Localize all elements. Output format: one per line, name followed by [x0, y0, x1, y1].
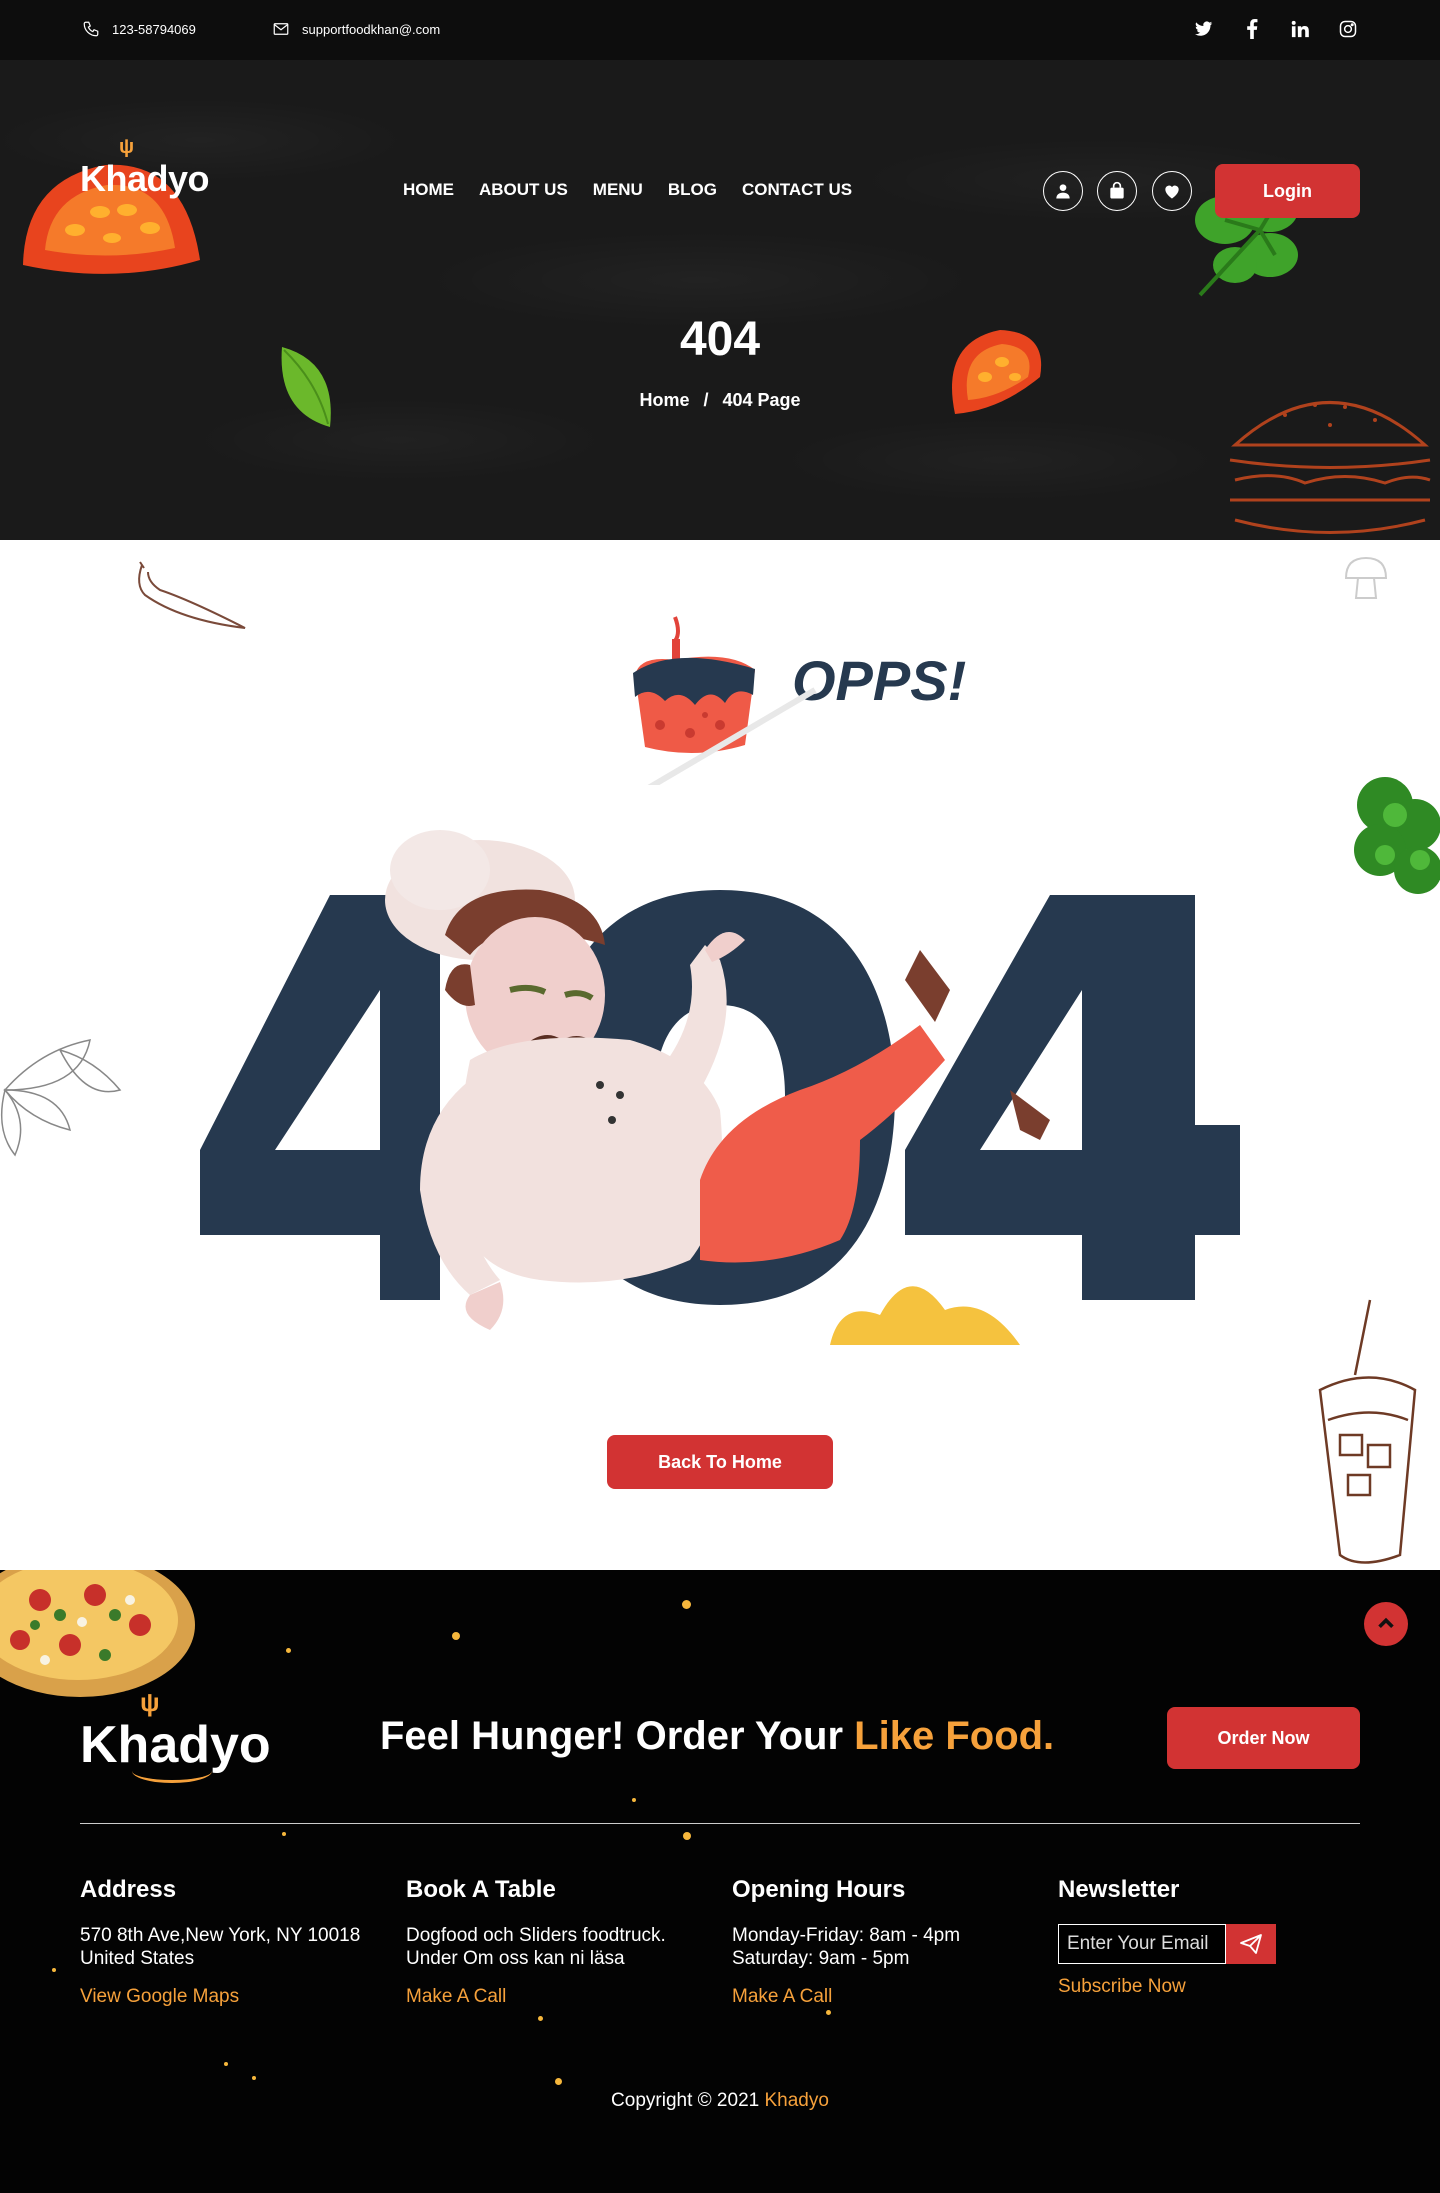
- copyright-brand[interactable]: Khadyo: [764, 2090, 828, 2111]
- scroll-to-top-button[interactable]: [1364, 1602, 1408, 1646]
- address-title: Address: [80, 1876, 177, 1903]
- nav-blog[interactable]: BLOG: [668, 180, 717, 200]
- breadcrumb-separator: /: [703, 390, 709, 410]
- back-to-home-button[interactable]: Back To Home: [607, 1435, 833, 1489]
- nav-menu[interactable]: MENU: [593, 180, 643, 200]
- view-google-maps-link[interactable]: View Google Maps: [80, 1986, 360, 2008]
- nav-contact-us[interactable]: CONTACT US: [742, 180, 852, 200]
- hours-line-2: Saturday: 9am - 5pm: [732, 1948, 910, 1969]
- email-contact[interactable]: supportfoodkhan@.com: [272, 20, 440, 38]
- pizza-icon: [0, 1570, 195, 1697]
- hero-banner: ψ Khadyo HOME ABOUT US MENU BLOG CONTACT…: [0, 60, 1440, 540]
- address-line-2: United States: [80, 1948, 195, 1969]
- newsletter-form: [1058, 1924, 1276, 1964]
- sparkle-dot: [452, 1632, 460, 1640]
- phone-number: 123-58794069: [112, 21, 196, 37]
- email-address: supportfoodkhan@.com: [302, 21, 441, 37]
- sparkle-dot: [555, 2078, 562, 2085]
- sparkle-dot: [682, 1600, 691, 1609]
- book-line-2: Under Om oss kan ni läsa: [406, 1948, 625, 1969]
- book-line-1: Dogfood och Sliders foodtruck.: [406, 1925, 666, 1946]
- mushroom-sketch-icon: [1344, 556, 1388, 599]
- logo-text: Khadyo: [80, 158, 210, 199]
- fork-icon: ψ: [119, 136, 134, 158]
- book-table-column: Book A Table Dogfood och Sliders foodtru…: [406, 1876, 666, 2008]
- facebook-icon[interactable]: [1242, 18, 1262, 40]
- social-links: [1194, 18, 1358, 40]
- login-button[interactable]: Login: [1215, 164, 1360, 218]
- logo-smile-icon: [132, 1759, 212, 1783]
- subscribe-now-link[interactable]: Subscribe Now: [1058, 1976, 1276, 1998]
- shopping-bag-icon: [1110, 181, 1124, 199]
- address-column: Address 570 8th Ave,New York, NY 10018 U…: [80, 1876, 360, 2008]
- copyright-symbol: ©: [697, 2090, 712, 2111]
- breadcrumb: Home / 404 Page: [0, 390, 1440, 411]
- twitter-icon[interactable]: [1194, 18, 1214, 40]
- hours-line-1: Monday-Friday: 8am - 4pm: [732, 1925, 961, 1946]
- mail-icon: [273, 23, 289, 35]
- sparkle-dot: [538, 2016, 543, 2021]
- order-now-button[interactable]: Order Now: [1167, 1707, 1360, 1769]
- footer-divider: [80, 1823, 1360, 1824]
- nav-about-us[interactable]: ABOUT US: [479, 180, 568, 200]
- book-make-call-link[interactable]: Make A Call: [406, 1986, 666, 2008]
- sparkle-dot: [224, 2062, 228, 2066]
- phone-contact[interactable]: 123-58794069: [82, 20, 196, 38]
- sparkle-dot: [683, 1832, 691, 1840]
- copyright-prefix: Copyright: [611, 2090, 698, 2111]
- tagline-main: Feel Hunger! Order Your: [380, 1714, 855, 1758]
- wishlist-button[interactable]: [1152, 171, 1192, 211]
- opening-hours-column: Opening Hours Monday-Friday: 8am - 4pm S…: [732, 1876, 960, 2008]
- nav-home[interactable]: HOME: [403, 180, 454, 200]
- logo[interactable]: ψ Khadyo: [80, 136, 210, 200]
- footer: ψ Khadyo Feel Hunger! Order Your Like Fo…: [0, 1570, 1440, 2193]
- sparkle-dot: [52, 1968, 56, 1972]
- address-line-1: 570 8th Ave,New York, NY 10018: [80, 1925, 361, 1946]
- newsletter-email-input[interactable]: [1058, 1924, 1226, 1964]
- newsletter-title: Newsletter: [1058, 1876, 1180, 1903]
- sparkle-dot: [286, 1648, 291, 1653]
- sparkle-dot: [282, 1832, 286, 1836]
- sparkle-dot: [252, 2076, 256, 2080]
- heart-icon: [1165, 185, 1179, 199]
- phone-icon: [83, 21, 99, 37]
- copyright-year: 2021: [711, 2090, 765, 2111]
- copyright: Copyright © 2021 Khadyo: [0, 2090, 1440, 2112]
- breadcrumb-home[interactable]: Home: [639, 390, 689, 410]
- cake-icon: [633, 616, 817, 785]
- newsletter-column: Newsletter Subscribe Now: [1058, 1876, 1276, 1998]
- newsletter-send-button[interactable]: [1226, 1924, 1276, 1964]
- linkedin-icon[interactable]: [1290, 18, 1310, 40]
- error-section: OPPS! Back To Home: [0, 540, 1440, 1570]
- sparkle-dot: [632, 1798, 636, 1802]
- cart-button[interactable]: [1097, 171, 1137, 211]
- fork-icon: ψ: [140, 1687, 160, 1717]
- footer-tagline: Feel Hunger! Order Your Like Food.: [380, 1714, 1054, 1759]
- tagline-highlight: Like Food.: [854, 1714, 1055, 1758]
- chevron-up-icon: [1378, 1617, 1394, 1629]
- user-icon: [1056, 184, 1070, 199]
- chili-sketch-icon: [138, 561, 246, 629]
- opening-hours-title: Opening Hours: [732, 1876, 906, 1903]
- instagram-icon[interactable]: [1338, 18, 1358, 40]
- page: 123-58794069 supportfoodkhan@.com ψ Khad…: [0, 0, 1440, 2193]
- paper-plane-icon: [1240, 1934, 1262, 1954]
- top-bar: 123-58794069 supportfoodkhan@.com: [0, 0, 1440, 60]
- account-button[interactable]: [1043, 171, 1083, 211]
- sparkle-dot: [826, 2010, 831, 2015]
- main-nav: HOME ABOUT US MENU BLOG CONTACT US: [403, 180, 852, 200]
- footer-logo[interactable]: ψ Khadyo: [80, 1687, 271, 1783]
- hours-make-call-link[interactable]: Make A Call: [732, 1986, 960, 2008]
- banana-peel-icon: [830, 1286, 1020, 1345]
- error-code-graphic: [200, 830, 1240, 1345]
- page-title: 404: [679, 313, 761, 366]
- breadcrumb-current: 404 Page: [722, 390, 801, 410]
- book-table-title: Book A Table: [406, 1876, 556, 1903]
